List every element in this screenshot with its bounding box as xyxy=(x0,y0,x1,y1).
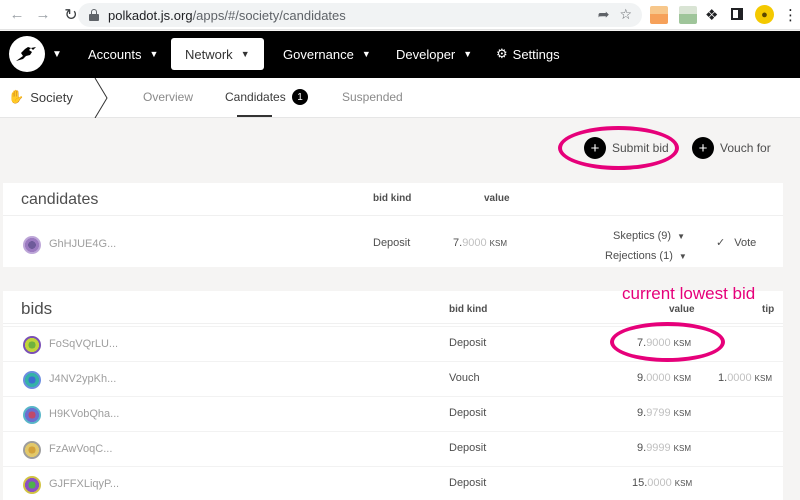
table-title: candidates xyxy=(21,191,99,208)
table-title: bids xyxy=(21,299,53,318)
vote-button[interactable]: ✓ Vote xyxy=(716,236,756,249)
chevron-down-icon: ▼ xyxy=(677,232,685,241)
account-address[interactable]: GJFFXLiqyP... xyxy=(49,478,119,490)
bid-kind: Vouch xyxy=(449,372,480,384)
nav-governance[interactable]: Governance ▼ xyxy=(283,38,371,70)
skeptics-dropdown[interactable]: Skeptics (9) ▼ xyxy=(613,230,685,242)
table-row: GJFFXLiqyP... Deposit 15.0000 KSM xyxy=(3,466,783,500)
identicon-avatar[interactable] xyxy=(23,371,41,389)
nav-network[interactable]: Network ▼ xyxy=(171,38,264,70)
url-text[interactable]: polkadot.js.org/apps/#/society/candidate… xyxy=(108,8,346,23)
kebab-icon[interactable]: ⋮ xyxy=(783,6,798,24)
puzzle-icon[interactable]: ❖ xyxy=(705,6,718,24)
account-address[interactable]: GhHJUE4G... xyxy=(49,238,116,250)
bid-value: 9.9999 KSM xyxy=(637,442,692,454)
check-icon: ✓ xyxy=(716,237,726,249)
identicon-avatar[interactable] xyxy=(23,441,41,459)
table-header: candidates bid kind value xyxy=(3,183,783,216)
polkadot-logo-icon[interactable] xyxy=(9,36,45,72)
column-header: tip xyxy=(762,304,775,315)
browser-toolbar: ← → ↻ polkadot.js.org/apps/#/society/can… xyxy=(0,0,800,30)
identicon-avatar[interactable] xyxy=(23,236,41,254)
bid-kind: Deposit xyxy=(449,477,487,489)
column-header: value xyxy=(484,193,510,204)
nav-label: Network xyxy=(185,46,233,62)
identicon-avatar[interactable] xyxy=(23,336,41,354)
column-header: bid kind xyxy=(449,304,488,315)
column-header: bid kind xyxy=(373,193,412,204)
bid-kind: Deposit xyxy=(373,237,411,249)
nav-label: Governance xyxy=(283,46,354,62)
side-panel-icon[interactable] xyxy=(731,8,743,20)
chevron-down-icon: ▼ xyxy=(149,49,159,59)
account-address[interactable]: H9KVobQha... xyxy=(49,408,119,420)
nav-accounts[interactable]: Accounts ▼ xyxy=(88,38,158,70)
bid-kind: Deposit xyxy=(449,407,487,419)
bid-value: 9.9799 KSM xyxy=(637,407,692,419)
section-title: ✋ Society xyxy=(8,89,73,105)
vouch-for-button[interactable]: + Vouch for xyxy=(692,137,771,159)
chevron-down-icon[interactable]: ▼ xyxy=(52,49,62,60)
gear-icon: ⚙ xyxy=(496,46,508,61)
rejections-dropdown[interactable]: Rejections (1) ▼ xyxy=(605,250,687,262)
nav-developer[interactable]: Developer ▼ xyxy=(396,38,472,70)
tab-suspended[interactable]: Suspended xyxy=(342,90,403,104)
account-address[interactable]: J4NV2ypKh... xyxy=(49,373,116,385)
extension-icon[interactable] xyxy=(650,6,668,24)
tab-candidates[interactable]: Candidates xyxy=(225,90,286,104)
bid-value: 15.0000 KSM xyxy=(632,477,693,489)
highlight-circle xyxy=(610,322,725,362)
back-arrow-icon[interactable]: ← xyxy=(6,4,28,26)
sub-navbar: ✋ Society Overview Candidates Suspended xyxy=(0,78,800,118)
tab-overview[interactable]: Overview xyxy=(143,90,193,104)
lowest-bid-annotation: current lowest bid xyxy=(622,284,756,303)
address-bar[interactable]: polkadot.js.org/apps/#/society/candidate… xyxy=(78,3,642,27)
table-row: H9KVobQha... Deposit 9.9799 KSM xyxy=(3,396,783,431)
candidates-count-badge: 1 xyxy=(292,89,308,105)
table-row: J4NV2ypKh... Vouch 9.0000 KSM 1.0000 KSM xyxy=(3,361,783,396)
section-label: Society xyxy=(30,89,73,105)
nav-label: Settings xyxy=(512,46,560,62)
lock-icon[interactable] xyxy=(89,9,99,21)
candidates-table: candidates bid kind value GhHJUE4G... De… xyxy=(3,183,783,267)
bid-kind: Deposit xyxy=(449,442,487,454)
chevron-down-icon: ▼ xyxy=(361,49,371,59)
button-label: Vouch for xyxy=(720,141,771,155)
nav-settings[interactable]: ⚙ Settings xyxy=(496,38,560,70)
chevron-down-icon: ▼ xyxy=(463,49,473,59)
breadcrumb-chevron-icon xyxy=(94,78,108,118)
account-address[interactable]: FoSqVQrLU... xyxy=(49,338,118,350)
nav-label: Accounts xyxy=(88,46,142,62)
active-tab-indicator xyxy=(237,115,272,117)
bid-value: 7.9000 KSM xyxy=(453,237,508,249)
chevron-down-icon: ▼ xyxy=(678,252,687,261)
bid-value: 9.0000 KSM xyxy=(637,372,692,384)
identicon-avatar[interactable] xyxy=(23,476,41,494)
table-row: GhHJUE4G... Deposit 7.9000 KSM Skeptics (… xyxy=(3,227,783,262)
account-address[interactable]: FzAwVoqC... xyxy=(49,443,112,455)
forward-arrow-icon[interactable]: → xyxy=(32,4,54,26)
identicon-avatar[interactable] xyxy=(23,406,41,424)
extension-icon[interactable] xyxy=(679,6,697,24)
table-row: FzAwVoqC... Deposit 9.9999 KSM xyxy=(3,431,783,466)
app-navbar: ▼ Accounts ▼ Network ▼ Governance ▼ Develop… xyxy=(0,31,800,78)
column-header: value xyxy=(669,304,695,315)
star-icon[interactable]: ☆ xyxy=(619,6,632,23)
bid-kind: Deposit xyxy=(449,337,487,349)
profile-icon[interactable]: ● xyxy=(755,5,774,24)
bid-tip: 1.0000 KSM xyxy=(718,372,773,384)
hand-icon: ✋ xyxy=(8,89,25,104)
highlight-circle xyxy=(558,126,679,170)
nav-label: Developer xyxy=(396,46,456,62)
plus-icon: + xyxy=(692,137,714,159)
chevron-down-icon: ▼ xyxy=(240,49,250,59)
share-icon[interactable]: ➦ xyxy=(598,6,610,23)
